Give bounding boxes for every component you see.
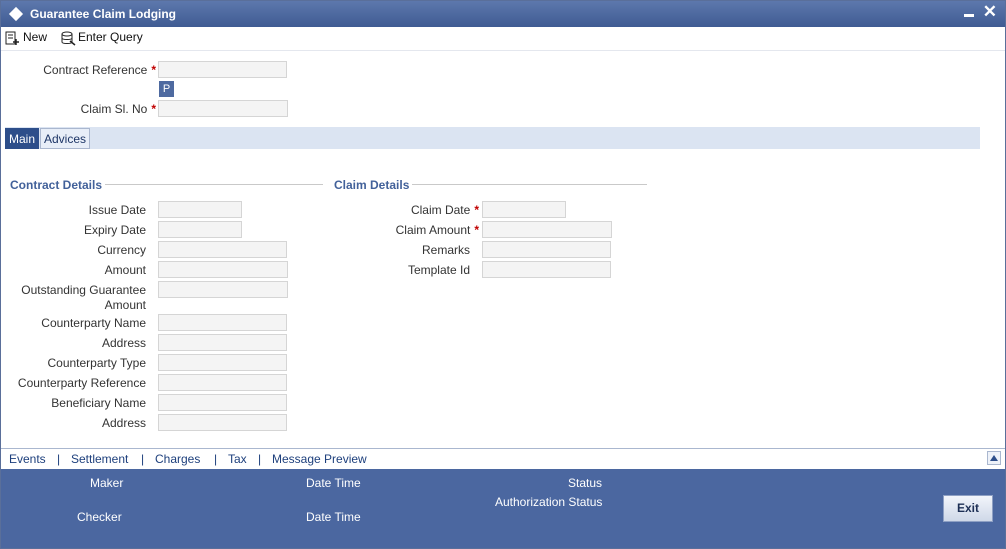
currency-label: Currency <box>97 243 146 257</box>
audit-footer: Maker Date Time Status Authorization Sta… <box>1 469 1005 548</box>
close-icon[interactable]: ✕ <box>983 2 997 22</box>
claim-amount-label: Claim Amount <box>395 223 471 237</box>
charges-link[interactable]: Charges <box>155 452 200 466</box>
required-mark: * <box>474 223 479 237</box>
bottom-links-bar: Events | Settlement | Charges | Tax | Me… <box>1 448 1005 469</box>
maker-date-time-label: Date Time <box>306 476 361 490</box>
claim-sl-no-label-wrap: Claim Sl. No * <box>11 102 156 116</box>
counterparty-reference-input[interactable] <box>158 374 287 391</box>
required-mark: * <box>151 102 156 116</box>
minimize-icon[interactable] <box>964 14 974 17</box>
outstanding-guarantee-label: Outstanding Guarantee <box>21 283 146 297</box>
contract-details-heading: Contract Details <box>10 178 103 192</box>
claim-date-label: Claim Date <box>410 203 471 217</box>
guarantee-claim-window: Guarantee Claim Lodging ✕ New Enter Quer… <box>0 0 1006 549</box>
expiry-date-input[interactable] <box>158 221 242 238</box>
beneficiary-name-input[interactable] <box>158 394 287 411</box>
beneficiary-address-label: Address <box>101 416 146 430</box>
window-title: Guarantee Claim Lodging <box>30 7 177 21</box>
claim-details-heading: Claim Details <box>334 178 410 192</box>
app-diamond-icon <box>8 6 24 22</box>
query-icon <box>61 31 76 46</box>
claim-amount-label-wrap: Claim Amount * <box>331 223 479 237</box>
required-mark: * <box>151 63 156 77</box>
counterparty-reference-label: Counterparty Reference <box>17 376 146 390</box>
issue-date-label: Issue Date <box>88 203 146 217</box>
outstanding-guarantee-label-line2: Amount <box>104 298 146 312</box>
link-separator: | <box>141 452 145 466</box>
claim-sl-no-input[interactable] <box>158 100 288 117</box>
status-label: Status <box>568 476 603 490</box>
p-button[interactable]: P <box>159 81 174 97</box>
tab-main[interactable]: Main <box>5 128 40 149</box>
enter-query-button[interactable]: Enter Query <box>58 30 153 48</box>
contract-reference-label: Contract Reference <box>43 63 148 77</box>
expiry-date-label: Expiry Date <box>83 223 146 237</box>
counterparty-type-input[interactable] <box>158 354 287 371</box>
settlement-link[interactable]: Settlement <box>71 452 128 466</box>
checker-date-time-label: Date Time <box>306 510 361 524</box>
enter-query-label: Enter Query <box>78 30 143 44</box>
address-label: Address <box>101 336 146 350</box>
counterparty-type-label: Counterparty Type <box>47 356 146 370</box>
message-preview-link[interactable]: Message Preview <box>272 452 367 466</box>
link-separator: | <box>57 452 61 466</box>
tab-strip: Main Advices <box>5 127 980 149</box>
new-icon <box>5 31 19 45</box>
events-link[interactable]: Events <box>9 452 46 466</box>
maker-label: Maker <box>90 476 124 490</box>
checker-label: Checker <box>77 510 122 524</box>
claim-date-label-wrap: Claim Date * <box>331 203 479 217</box>
contract-details-divider <box>105 184 323 185</box>
claim-sl-no-label: Claim Sl. No <box>80 102 148 116</box>
contract-reference-label-wrap: Contract Reference * <box>11 63 156 77</box>
tax-link[interactable]: Tax <box>228 452 247 466</box>
counterparty-name-input[interactable] <box>158 314 287 331</box>
claim-amount-input[interactable] <box>482 221 612 238</box>
contract-reference-input[interactable] <box>158 61 287 78</box>
beneficiary-address-input[interactable] <box>158 414 287 431</box>
title-bar: Guarantee Claim Lodging ✕ <box>1 1 1005 27</box>
beneficiary-name-label: Beneficiary Name <box>51 396 146 410</box>
amount-label: Amount <box>104 263 146 277</box>
claim-date-input[interactable] <box>482 201 566 218</box>
required-mark: * <box>474 203 479 217</box>
exit-button[interactable]: Exit <box>943 495 993 522</box>
authorization-status-label: Authorization Status <box>495 495 603 509</box>
template-id-label: Template Id <box>407 263 470 277</box>
new-button[interactable]: New <box>3 30 53 48</box>
toolbar: New Enter Query <box>1 27 1005 51</box>
collapse-up-icon[interactable] <box>987 451 1001 465</box>
counterparty-name-label: Counterparty Name <box>41 316 146 330</box>
remarks-input[interactable] <box>482 241 611 258</box>
amount-input[interactable] <box>158 261 288 278</box>
currency-input[interactable] <box>158 241 287 258</box>
claim-details-divider <box>412 184 647 185</box>
new-label: New <box>23 30 48 44</box>
issue-date-input[interactable] <box>158 201 242 218</box>
tab-advices[interactable]: Advices <box>40 128 91 149</box>
template-id-input[interactable] <box>482 261 611 278</box>
link-separator: | <box>214 452 218 466</box>
address-input[interactable] <box>158 334 287 351</box>
outstanding-guarantee-amount-input[interactable] <box>158 281 288 298</box>
remarks-label: Remarks <box>421 243 470 257</box>
link-separator: | <box>258 452 262 466</box>
